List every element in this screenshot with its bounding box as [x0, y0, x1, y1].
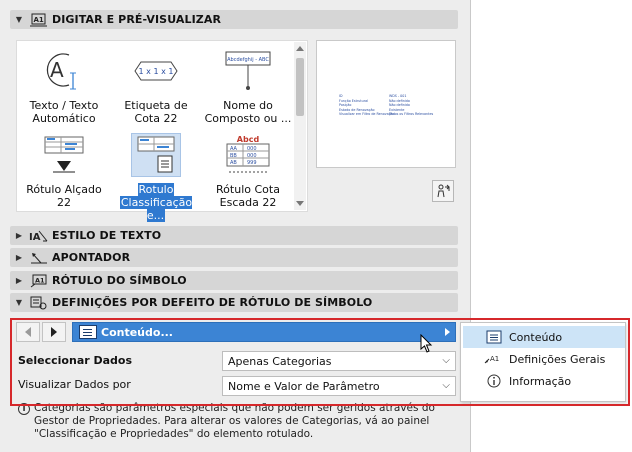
composite-name-icon: Abcdefghij - ABC: [223, 49, 273, 93]
expand-arrow-icon: ▶: [15, 231, 23, 240]
text-label-icon: A1: [28, 12, 50, 28]
gallery-tile-rotulo-classificacao[interactable]: Rotulo Classificação e...: [111, 129, 201, 222]
next-tab-button[interactable]: [42, 322, 66, 342]
arrow-right-icon: [51, 327, 57, 337]
grid-cell: AA: [230, 146, 238, 152]
classification-label-icon: [131, 133, 181, 177]
list-icon: [483, 330, 505, 344]
menu-item-label: Definições Gerais: [509, 352, 606, 366]
elevation-label-icon: [39, 133, 89, 177]
tile-label-line1: Rótulo Cota: [216, 183, 280, 196]
tile-label-line1: Etiqueta de: [124, 99, 188, 112]
expand-arrow-icon: ▶: [15, 276, 23, 285]
expand-arrow-icon: ▶: [15, 253, 23, 262]
view-data-dropdown[interactable]: Nome e Valor de Parâmetro ⌵: [222, 376, 456, 396]
preview-col1: ID Função Estrutural Posição Estado de R…: [339, 94, 395, 117]
tab-page-menu: Conteúdo A1 Definições Gerais Informação: [460, 322, 626, 402]
grid-cell: 999: [247, 160, 257, 166]
tile-label-line2: 22: [57, 196, 71, 209]
gallery-tile-etiqueta-cota[interactable]: 1 x 1 x 1 Etiqueta de Cota 22: [111, 45, 201, 129]
menu-item-label: Informação: [509, 374, 572, 388]
gallery-tile-texto[interactable]: A Texto / Texto Automático: [19, 45, 109, 129]
info-icon: i: [18, 403, 30, 415]
tile-label-line1: Texto / Texto: [29, 99, 99, 112]
menu-item-label: Conteúdo: [509, 330, 563, 344]
info-text-line1: Categorias são parâmetros especiais que …: [34, 402, 435, 414]
auto-text-icon: A: [39, 49, 89, 93]
composite-text: Abcdefghij - ABC: [227, 57, 269, 63]
svg-text:A1: A1: [34, 16, 44, 24]
tile-label-line2: Escada 22: [219, 196, 277, 209]
label-preview: ID Função Estrutural Posição Estado de R…: [316, 40, 456, 168]
section-rotulo-simbolo-header[interactable]: ▶ A1 RÓTULO DO SÍMBOLO: [10, 271, 458, 290]
label-type-gallery: A Texto / Texto Automático 1 x 1 x 1 Etiq…: [16, 40, 308, 222]
section-apontador-header[interactable]: ▶ APONTADOR: [10, 248, 458, 267]
default-settings-icon: [28, 295, 50, 311]
pointer-icon: [28, 250, 50, 266]
gallery-scrollbar[interactable]: [294, 42, 306, 210]
tab-navigation: [16, 322, 68, 342]
menu-item-conteudo[interactable]: Conteúdo: [463, 326, 625, 348]
tile-label-line1: Nome do: [223, 99, 273, 112]
tile-label-line1: Rótulo Alçado: [26, 183, 102, 196]
list-icon: [79, 325, 97, 339]
menu-item-prefix: A1: [490, 355, 499, 363]
grid-cell: AB: [230, 160, 237, 166]
tab-page-dropdown[interactable]: Conteúdo...: [72, 322, 456, 342]
submenu-arrow-icon: [445, 328, 450, 336]
section-apontador-title: APONTADOR: [52, 251, 131, 264]
section-rotulo-simbolo-title: RÓTULO DO SÍMBOLO: [52, 274, 187, 287]
tile-label-line2: Composto ou ...: [204, 112, 292, 125]
tab-page-label: Conteúdo...: [101, 325, 173, 339]
dimension-tag-icon: 1 x 1 x 1: [131, 49, 181, 93]
grid-cell: 000: [247, 153, 257, 159]
svg-text:A1: A1: [35, 276, 45, 284]
section-estilo-title: ESTILO DE TEXTO: [52, 229, 162, 242]
collapse-arrow-icon: ▼: [15, 15, 23, 24]
stair-label-icon: Abcd AA 000 BB 000 AB 999: [223, 133, 273, 177]
menu-item-definicoes-gerais[interactable]: A1 Definições Gerais: [463, 348, 625, 370]
stair-top-text: Abcd: [237, 135, 260, 144]
arrow-left-icon: [25, 327, 31, 337]
scrollbar-thumb[interactable]: [296, 58, 304, 116]
mouse-cursor-icon: [420, 333, 434, 357]
tile-label-line2: Cota 22: [134, 112, 178, 125]
collapse-arrow-icon: ▼: [15, 298, 23, 307]
tile-label-line2: Automático: [32, 112, 96, 125]
dim-text: 1 x 1 x 1: [139, 67, 174, 76]
section-estilo-header[interactable]: ▶ IA ESTILO DE TEXTO: [10, 226, 458, 245]
svg-text:IA: IA: [29, 232, 41, 243]
gallery-tile-nome-composto[interactable]: Abcdefghij - ABC Nome do Composto ou ...: [203, 45, 293, 129]
select-data-value: Apenas Categorias: [228, 354, 332, 368]
info-icon: [483, 374, 505, 388]
preview-options-button[interactable]: [432, 180, 454, 202]
info-text-line2: Gestor de Propriedades. Para alterar os …: [34, 415, 430, 427]
section-digitar-header[interactable]: ▼ A1 DIGITAR E PRÉ-VISUALIZAR: [10, 10, 458, 29]
grid-cell: BB: [230, 153, 237, 159]
tile-label-line2: Classificação e...: [119, 196, 193, 222]
tile-label-line1: Rotulo: [137, 183, 175, 196]
person-icon: [437, 184, 450, 198]
previous-tab-button[interactable]: [16, 322, 40, 342]
preview-col2: WDS - 001 Não definido Não definido Exis…: [389, 94, 434, 117]
gallery-tile-rotulo-alcado[interactable]: Rótulo Alçado 22: [19, 129, 109, 213]
section-digitar-title: DIGITAR E PRÉ-VISUALIZAR: [52, 13, 222, 26]
section-definicoes-header[interactable]: ▼ DEFINIÇÕES POR DEFEITO DE RÓTULO DE SÍ…: [10, 293, 458, 312]
scroll-down-icon[interactable]: [296, 201, 304, 206]
section-definicoes-title: DEFINIÇÕES POR DEFEITO DE RÓTULO DE SÍMB…: [52, 296, 373, 309]
text-style-icon: IA: [28, 228, 50, 244]
text-label-icon: A1: [483, 353, 505, 365]
menu-item-informacao[interactable]: Informação: [463, 370, 625, 392]
chevron-down-icon: ⌵: [442, 380, 450, 391]
view-data-value: Nome e Valor de Parâmetro: [228, 379, 380, 393]
chevron-down-icon: ⌵: [442, 355, 450, 366]
svg-text:A: A: [50, 58, 64, 82]
scroll-up-icon[interactable]: [296, 46, 304, 51]
view-data-label: Visualizar Dados por: [18, 378, 131, 391]
info-text-line3: "Classificação e Propriedades" do elemen…: [34, 428, 314, 440]
symbol-label-icon: A1: [28, 273, 50, 289]
grid-cell: 000: [247, 146, 257, 152]
gallery-tile-rotulo-cota-escada[interactable]: Abcd AA 000 BB 000 AB 999 Rótulo Cota Escada 22: [203, 129, 293, 213]
select-data-label: Seleccionar Dados: [18, 354, 133, 367]
